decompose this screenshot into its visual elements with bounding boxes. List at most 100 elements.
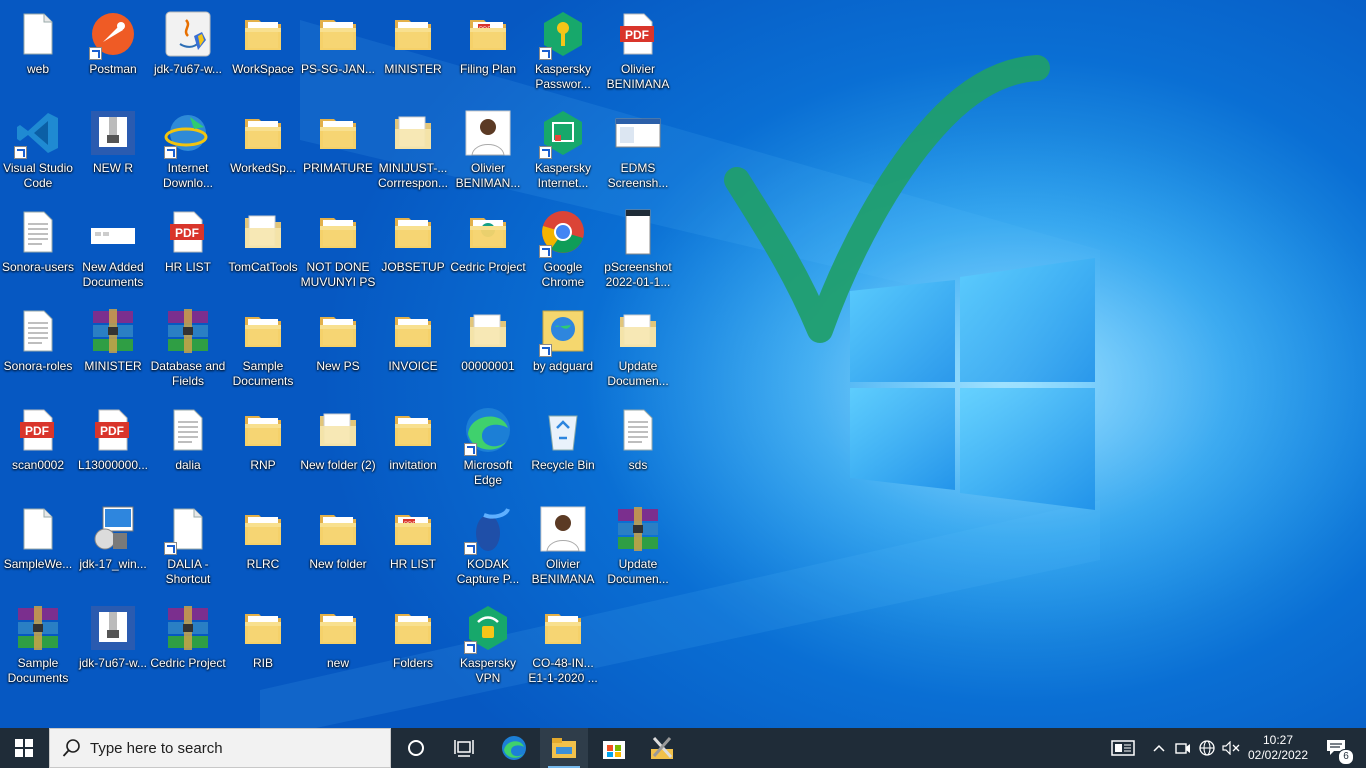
desktop-icon-sonora-users[interactable]: Sonora-users xyxy=(0,202,76,298)
desktop-icon-kaspersky-passwor[interactable]: Kaspersky Passwor... xyxy=(525,4,601,100)
desktop-icon-label: Filing Plan xyxy=(459,62,517,76)
action-center-button[interactable]: 6 xyxy=(1318,728,1354,768)
desktop-icon-dalia[interactable]: dalia xyxy=(150,400,226,496)
meet-now-button[interactable] xyxy=(1172,728,1194,768)
desktop-icon-jdk-7u67-w[interactable]: jdk-7u67-w... xyxy=(150,4,226,100)
task-view-button[interactable] xyxy=(440,728,488,768)
desktop-icon-olivier-benimana[interactable]: PDF Olivier BENIMANA xyxy=(600,4,676,100)
desktop-icon-postman[interactable]: Postman xyxy=(75,4,151,100)
desktop-icon-internet-downlo[interactable]: Internet Downlo... xyxy=(150,103,226,199)
desktop-icon-minister[interactable]: MINISTER xyxy=(375,4,451,100)
desktop-icon-co-48-in-e1-1-2020[interactable]: CO-48-IN... E1-1-2020 ... xyxy=(525,598,601,694)
desktop-icon-hr-list[interactable]: PDF HR LIST xyxy=(150,202,226,298)
desktop-icon-microsoft-edge[interactable]: Microsoft Edge xyxy=(450,400,526,496)
desktop-icon-edms-screensh[interactable]: EDMS Screensh... xyxy=(600,103,676,199)
desktop-icon-tomcattools[interactable]: TomCatTools xyxy=(225,202,301,298)
desktop-icon-kaspersky-vpn[interactable]: Kaspersky VPN xyxy=(450,598,526,694)
desktop-icon-label: Olivier BENIMAN... xyxy=(455,161,521,190)
desktop-icon-olivier-beniman[interactable]: Olivier BENIMAN... xyxy=(450,103,526,199)
desktop-icon-new-ps[interactable]: New PS xyxy=(300,301,376,397)
desktop-icon-label: Olivier BENIMANA xyxy=(531,557,595,586)
desktop-icon-jobsetup[interactable]: JOBSETUP xyxy=(375,202,451,298)
desktop-icon-rlrc[interactable]: RLRC xyxy=(225,499,301,595)
volume-button[interactable] xyxy=(1220,728,1242,768)
desktop-icon-cedric-project[interactable]: Cedric Project xyxy=(150,598,226,694)
desktop-icon-cedric-project[interactable]: Cedric Project xyxy=(450,202,526,298)
desktop-icon-web[interactable]: web xyxy=(0,4,76,100)
desktop-icon-minister[interactable]: MINISTER xyxy=(75,301,151,397)
desktop-icon-new-folder-2[interactable]: New folder (2) xyxy=(300,400,376,496)
taskbar-search-box[interactable]: Type here to search xyxy=(49,728,391,768)
windows-start-icon xyxy=(15,739,33,757)
desktop-icon-label: CO-48-IN... E1-1-2020 ... xyxy=(528,656,598,685)
desktop-icon-recycle-bin[interactable]: Recycle Bin xyxy=(525,400,601,496)
news-icon xyxy=(1111,740,1135,756)
desktop-icon-label: New folder xyxy=(309,557,367,571)
desktop-icon-by-adguard[interactable]: by adguard xyxy=(525,301,601,397)
show-hidden-icons-button[interactable] xyxy=(1148,728,1170,768)
desktop-icon-kaspersky-internet[interactable]: Kaspersky Internet... xyxy=(525,103,601,199)
desktop-icon-update-documen[interactable]: Update Documen... xyxy=(600,499,676,595)
desktop-icon-workspace[interactable]: WorkSpace xyxy=(225,4,301,100)
cortana-button[interactable] xyxy=(392,728,440,768)
desktop-icon-new-r[interactable]: NEW R xyxy=(75,103,151,199)
desktop-icon-database-and-fields[interactable]: Database and Fields xyxy=(150,301,226,397)
desktop-icon-primature[interactable]: PRIMATURE xyxy=(300,103,376,199)
rar-icon xyxy=(89,307,137,355)
kodak-icon xyxy=(464,505,512,555)
taskbar-tool-button[interactable] xyxy=(638,728,686,768)
desktop-icon-folders[interactable]: Folders xyxy=(375,598,451,694)
desktop-icon-invoice[interactable]: INVOICE xyxy=(375,301,451,397)
desktop-icon-00000001[interactable]: 00000001 xyxy=(450,301,526,397)
clock[interactable]: 10:27 02/02/2022 xyxy=(1246,728,1310,768)
desktop-icon-olivier-benimana[interactable]: Olivier BENIMANA xyxy=(525,499,601,595)
desktop-icon-google-chrome[interactable]: Google Chrome xyxy=(525,202,601,298)
taskbar-store-button[interactable] xyxy=(590,728,638,768)
desktop-icon-new-folder[interactable]: New folder xyxy=(300,499,376,595)
desktop-icon-new-added-documents[interactable]: New Added Documents xyxy=(75,202,151,298)
desktop-icon-label: SampleWe... xyxy=(3,557,73,571)
desktop-icon-jdk-17-win[interactable]: jdk-17_win... xyxy=(75,499,151,595)
desktop-icon-scan0002[interactable]: PDF scan0002 xyxy=(0,400,76,496)
desktop-icon-new[interactable]: new xyxy=(300,598,376,694)
shortcut-arrow-icon xyxy=(539,344,552,357)
desktop-icon-sample-documents[interactable]: Sample Documents xyxy=(0,598,76,694)
folder-icon xyxy=(314,10,362,58)
desktop-icon-label: Database and Fields xyxy=(150,359,226,388)
desktop-icon-label: New PS xyxy=(316,359,360,373)
start-button[interactable] xyxy=(0,728,48,768)
desktop-icon-rib[interactable]: RIB xyxy=(225,598,301,694)
desktop-icon-kodak-capture-p[interactable]: KODAK Capture P... xyxy=(450,499,526,595)
desktop-icon-not-done-muvunyi-ps[interactable]: NOT DONE MUVUNYI PS xyxy=(300,202,376,298)
folder-icon xyxy=(539,604,587,652)
taskbar-file-explorer-button[interactable] xyxy=(540,728,588,768)
taskbar-edge-button[interactable] xyxy=(490,728,538,768)
desktop-icon-ps-sg-jan[interactable]: PS-SG-JAN... xyxy=(300,4,376,100)
desktop-icon-sample-documents[interactable]: Sample Documents xyxy=(225,301,301,397)
doc-icon xyxy=(14,505,62,553)
desktop-icon-hr-list[interactable]: PDF HR LIST xyxy=(375,499,451,595)
desktop-icon-label: jdk-17_win... xyxy=(79,557,147,571)
desktop-icon-invitation[interactable]: invitation xyxy=(375,400,451,496)
news-button[interactable] xyxy=(1106,728,1140,768)
desktop-icon-jdk-7u67-w[interactable]: jdk-7u67-w... xyxy=(75,598,151,694)
desktop[interactable]: web Postman jdk-7u67-w... WorkSpace PS-SG… xyxy=(0,0,1366,728)
desktop-icon-visual-studio-code[interactable]: Visual Studio Code xyxy=(0,103,76,199)
folder-icon xyxy=(239,406,287,454)
desktop-icon-minijust-corrrespon[interactable]: MINIJUST-... Corrrespon... xyxy=(375,103,451,199)
network-button[interactable] xyxy=(1196,728,1218,768)
desktop-icon-label: Update Documen... xyxy=(607,359,669,388)
desktop-icon-samplewe[interactable]: SampleWe... xyxy=(0,499,76,595)
search-icon xyxy=(62,739,80,757)
desktop-icon-rnp[interactable]: RNP xyxy=(225,400,301,496)
desktop-icon-update-documen[interactable]: Update Documen... xyxy=(600,301,676,397)
desktop-icon-label: dalia xyxy=(175,458,201,472)
desktop-icon-workedsp[interactable]: WorkedSp... xyxy=(225,103,301,199)
desktop-icon-sds[interactable]: sds xyxy=(600,400,676,496)
desktop-icon-l13000000[interactable]: PDF L13000000... xyxy=(75,400,151,496)
desktop-icon-pscreenshot-2022-01-1[interactable]: pScreenshot 2022-01-1... xyxy=(600,202,676,298)
desktop-icon-filing-plan[interactable]: PDF Filing Plan xyxy=(450,4,526,100)
desktop-icon-dalia-shortcut[interactable]: DALIA - Shortcut xyxy=(150,499,226,595)
desktop-icon-label: NEW R xyxy=(93,161,133,175)
desktop-icon-sonora-roles[interactable]: Sonora-roles xyxy=(0,301,76,397)
